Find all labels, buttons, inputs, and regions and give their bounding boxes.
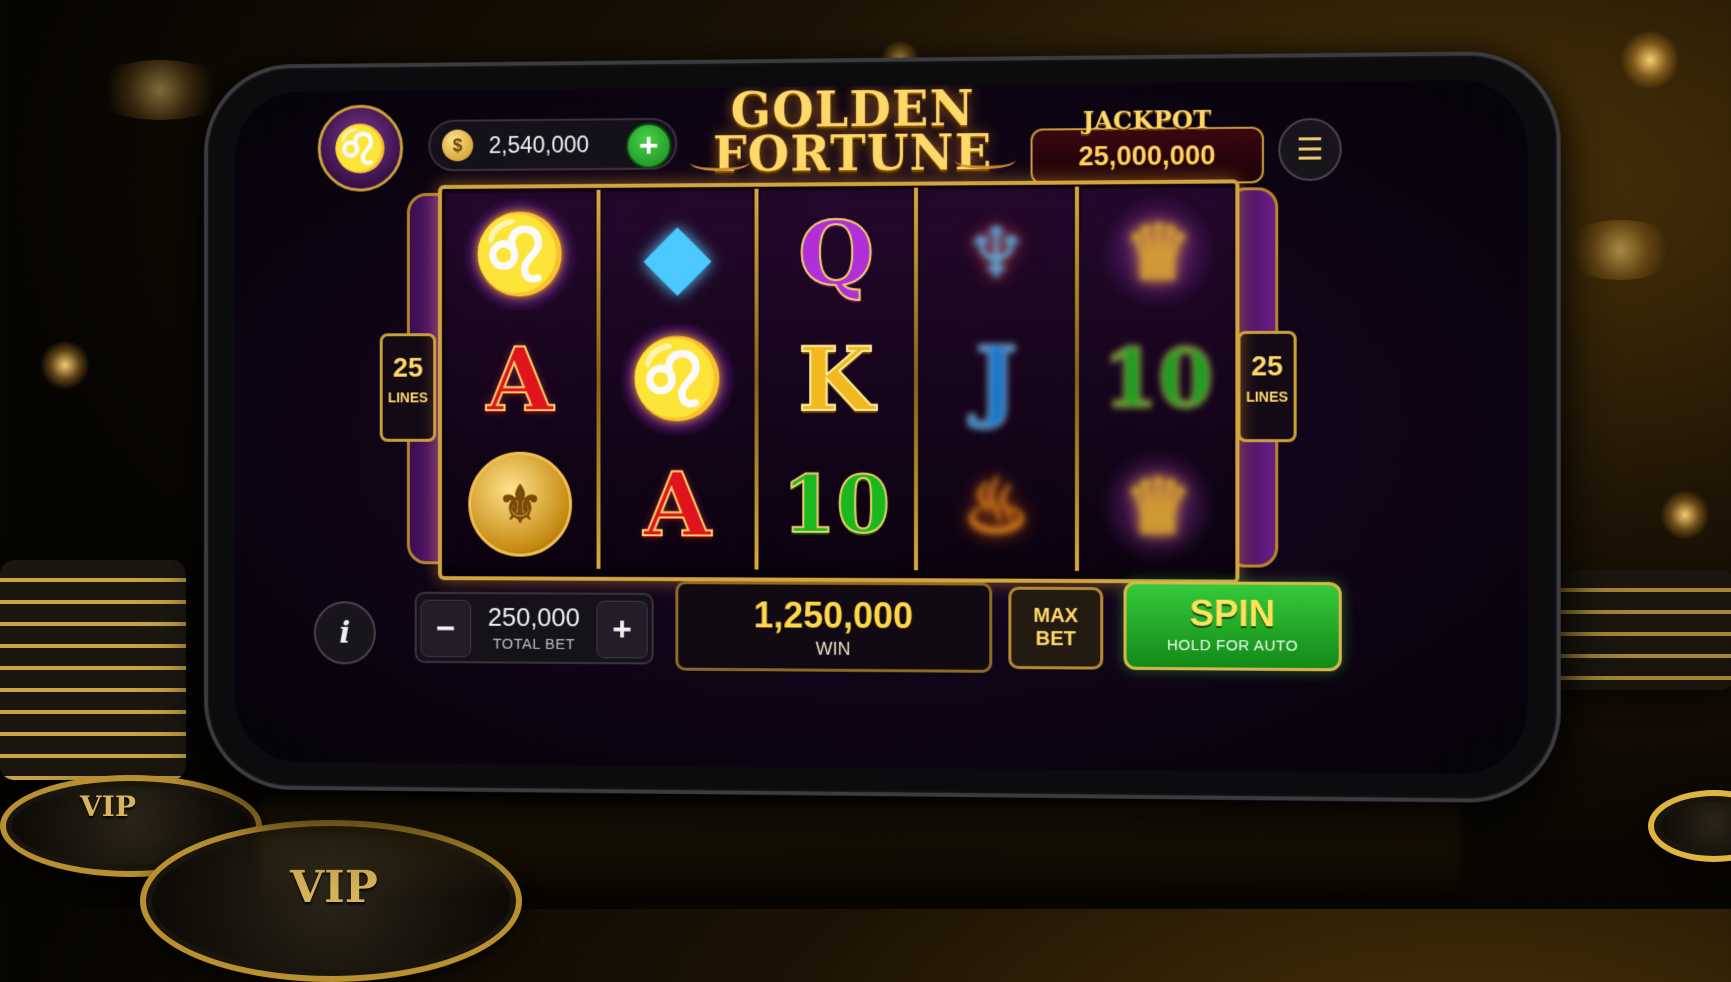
bokeh-light (1620, 30, 1680, 90)
chip-stack-left (0, 560, 186, 780)
crown-symbol-icon: ♛ (1097, 449, 1220, 563)
spin-label: SPIN (1189, 592, 1276, 635)
lines-indicator-left: 25 LINES (379, 333, 437, 442)
king-symbol: K (797, 326, 875, 432)
ace-symbol: A (643, 452, 712, 558)
reel-1: ♌ A ⚜ (445, 191, 595, 567)
lion-symbol-icon: ♌ (461, 198, 579, 311)
ten-symbol: 10 (1102, 332, 1214, 426)
lines-label: LINES (387, 389, 428, 406)
bokeh-light (1560, 220, 1680, 280)
vip-chip-label: VIP (80, 790, 136, 823)
player-avatar[interactable]: ♌ (317, 104, 404, 192)
lion-icon: ♌ (332, 121, 389, 174)
win-display: 1,250,000 WIN (675, 581, 993, 673)
max-bet-button[interactable]: MAX BET (1008, 586, 1104, 670)
reel-4: ♆ J ♨ (920, 188, 1073, 569)
add-coins-button[interactable]: + (626, 122, 672, 169)
max-bet-label-line2: BET (1035, 627, 1076, 651)
slot-game-screen: ♌ $ 2,540,000 + GOLDEN FORTUNE JACKPOT 2… (234, 79, 1528, 775)
bet-value: 250,000 (487, 602, 580, 633)
jackpot-value: 25,000,000 (1078, 140, 1216, 172)
coin-balance: $ 2,540,000 + (428, 117, 678, 172)
decrease-bet-button[interactable]: − (420, 599, 472, 658)
lines-count: 25 (392, 351, 424, 383)
reel-divider (754, 188, 759, 570)
lines-label: LINES (1245, 388, 1289, 405)
ten-symbol: 10 (781, 458, 891, 551)
max-bet-label-line1: MAX (1033, 604, 1079, 628)
reel-divider (913, 187, 919, 571)
win-label: WIN (815, 638, 851, 659)
gold-coin-symbol-icon: ⚜ (468, 451, 573, 557)
increase-bet-button[interactable]: + (596, 600, 648, 659)
bokeh-light (90, 60, 230, 120)
game-logo: GOLDEN FORTUNE (690, 81, 1016, 184)
lines-indicator-right: 25 LINES (1237, 330, 1297, 443)
spin-hint: HOLD FOR AUTO (1166, 636, 1299, 655)
diamond-symbol-icon: ◆ (643, 201, 712, 307)
queen-symbol: Q (797, 200, 875, 306)
logo-line2: FORTUNE (712, 125, 993, 184)
reel-divider (596, 189, 601, 569)
jackpot-display: JACKPOT 25,000,000 (1030, 105, 1264, 185)
menu-button[interactable]: ☰ (1278, 117, 1342, 182)
coin-icon: $ (441, 129, 474, 162)
win-value: 1,250,000 (753, 594, 914, 637)
balance-value: 2,540,000 (488, 130, 590, 158)
bokeh-light (40, 340, 90, 390)
lion-symbol-icon: ♌ (618, 323, 737, 435)
chip-stack-right (1545, 570, 1731, 690)
lines-count: 25 (1251, 350, 1283, 382)
bokeh-light (1660, 490, 1710, 540)
reel-3: Q K 10 (760, 189, 912, 569)
bet-label: TOTAL BET (492, 635, 576, 654)
reel-divider (1074, 186, 1079, 571)
phoenix-symbol-icon: ♆ (964, 210, 1028, 295)
total-bet-control: − 250,000 TOTAL BET + (414, 591, 654, 665)
info-button[interactable]: i (313, 601, 376, 665)
hamburger-menu-icon: ☰ (1296, 132, 1324, 167)
ace-symbol: A (486, 327, 555, 432)
phone-device: ♌ $ 2,540,000 + GOLDEN FORTUNE JACKPOT 2… (204, 50, 1561, 804)
spin-button[interactable]: SPIN HOLD FOR AUTO (1123, 581, 1342, 672)
gold-chip (1648, 790, 1731, 862)
jackpot-label: JACKPOT (1082, 104, 1212, 136)
jack-symbol: J (974, 326, 1018, 432)
table-reflection (260, 800, 1460, 900)
fire-symbol-icon: ♨ (962, 460, 1031, 551)
reel-2: ◆ ♌ A (602, 190, 753, 568)
reel-5: ♛ 10 ♛ (1081, 187, 1236, 570)
crown-symbol-icon: ♛ (1097, 194, 1220, 309)
